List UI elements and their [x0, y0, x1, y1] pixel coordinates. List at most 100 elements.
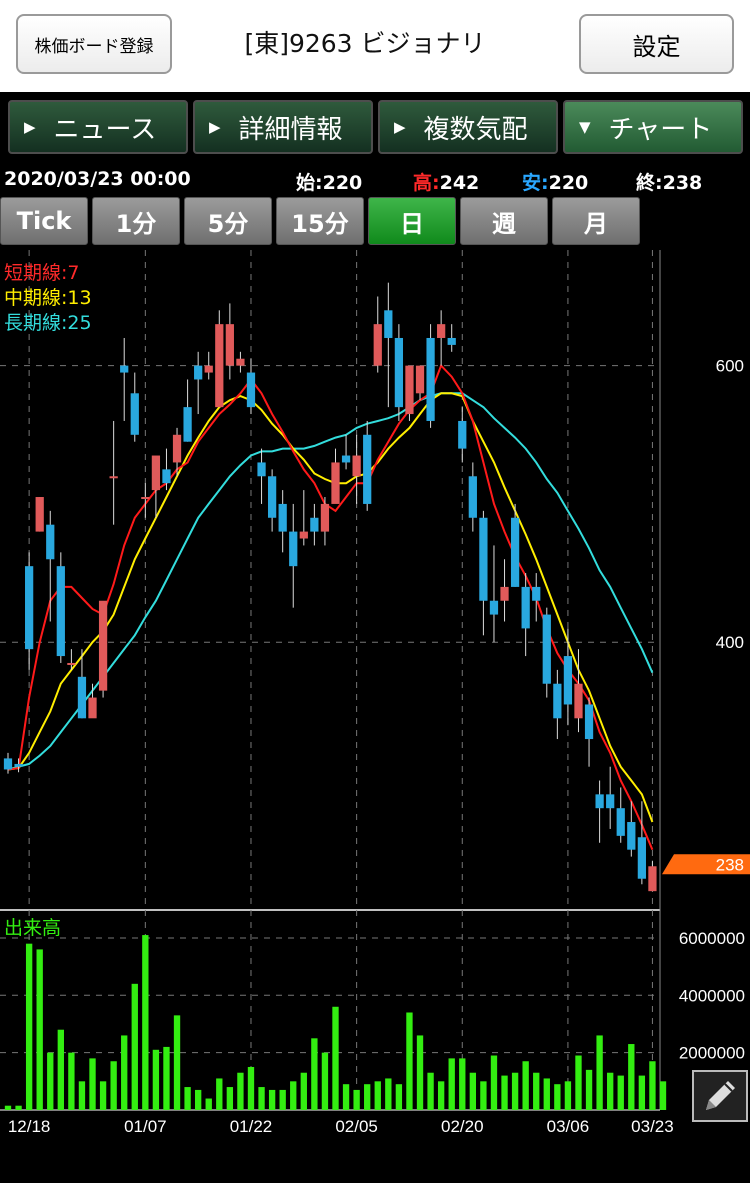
x-tick-label: 02/20	[441, 1117, 484, 1136]
volume-bar	[564, 1081, 572, 1110]
candle	[310, 517, 319, 532]
x-tick-label: 03/06	[547, 1117, 590, 1136]
volume-bar	[353, 1089, 360, 1110]
candle	[141, 497, 150, 500]
candle	[363, 434, 372, 504]
candle	[172, 434, 182, 463]
candle	[267, 476, 277, 518]
tab-news[interactable]: ▶ ニュース	[8, 100, 188, 154]
volume-bar	[216, 1078, 223, 1110]
quote-high: 高:242	[413, 168, 479, 194]
candle	[109, 476, 118, 479]
settings-button[interactable]: 設定	[579, 14, 734, 74]
x-tick-label: 03/23	[631, 1117, 674, 1136]
tab-multi-quote[interactable]: ▶ 複数気配	[378, 100, 558, 154]
tab-chart[interactable]: ▼ チャート	[563, 100, 743, 154]
candle	[246, 372, 256, 408]
volume-bar	[142, 935, 149, 1110]
candle	[151, 455, 161, 491]
volume-bar	[480, 1081, 487, 1110]
triangle-right-icon: ▶	[24, 118, 36, 136]
x-tick-label: 01/07	[124, 1117, 167, 1136]
tab-details[interactable]: ▶ 詳細情報	[193, 100, 373, 154]
close-label: 終:	[636, 172, 663, 194]
candle	[458, 420, 467, 449]
candle	[98, 600, 108, 691]
volume-bar	[543, 1078, 550, 1110]
candle	[331, 462, 340, 504]
volume-bar	[131, 983, 138, 1110]
candle	[500, 586, 509, 601]
candle	[35, 497, 44, 532]
volume-bar	[490, 1055, 498, 1110]
price-tick-label: 600	[716, 357, 744, 376]
volume-bar	[585, 1069, 593, 1110]
tab-news-label: ニュース	[53, 114, 157, 145]
volume-bar	[311, 1038, 318, 1110]
volume-bar	[617, 1075, 624, 1110]
edit-button[interactable]	[692, 1070, 748, 1122]
candle	[162, 469, 171, 484]
open-value: 220	[322, 172, 363, 194]
volume-bar	[469, 1072, 477, 1110]
candle	[405, 365, 414, 415]
candle	[415, 365, 425, 394]
period-1min-button[interactable]: 1分	[92, 197, 180, 245]
volume-bar	[533, 1072, 540, 1110]
tab-details-label: 詳細情報	[238, 114, 343, 145]
candle	[616, 808, 625, 836]
volume-bar	[596, 1035, 603, 1110]
volume-bar	[649, 1061, 656, 1110]
volume-bar	[205, 1098, 212, 1110]
low-value: 220	[548, 172, 589, 194]
candle	[236, 358, 245, 366]
volume-bar	[427, 1072, 434, 1110]
price-chart[interactable]: 12/18 01/07 01/22 02/05 02/20 03/06 03/23 600 40…	[0, 250, 750, 1140]
volume-tick-label: 2000000	[679, 1044, 745, 1063]
period-month-button[interactable]: 月	[552, 197, 640, 245]
quote-datetime: 2020/03/23 00:00	[4, 168, 191, 190]
candle	[3, 758, 13, 770]
quote-close: 終:238	[636, 168, 702, 194]
candle	[521, 586, 530, 629]
candle	[563, 656, 573, 705]
volume-bar	[258, 1087, 265, 1110]
volume-bar	[247, 1066, 255, 1110]
volume-bar	[4, 1105, 12, 1110]
x-tick-label: 12/18	[8, 1117, 51, 1136]
volume-bar	[448, 1058, 455, 1110]
legend-long-ma: 長期線:25	[4, 312, 92, 334]
volume-tick-label: 6000000	[679, 929, 745, 948]
volume-bar	[89, 1058, 96, 1110]
period-tick-button[interactable]: Tick	[0, 197, 88, 245]
volume-bar	[163, 1046, 170, 1110]
candle	[215, 324, 224, 408]
volume-bar	[57, 1029, 64, 1110]
period-5min-button[interactable]: 5分	[184, 197, 272, 245]
candle	[257, 462, 266, 477]
period-15min-button[interactable]: 15分	[276, 197, 364, 245]
volume-bar	[47, 1052, 54, 1110]
candle	[278, 503, 287, 532]
candle	[194, 365, 203, 380]
candle	[595, 794, 604, 809]
low-label: 安:	[522, 172, 549, 194]
volume-bar	[152, 1049, 160, 1110]
volume-bar	[374, 1081, 381, 1110]
volume-bar	[511, 1072, 519, 1110]
triangle-down-icon: ▼	[579, 118, 591, 136]
candle	[542, 614, 551, 684]
volume-bar	[15, 1105, 22, 1110]
stock-board-register-button[interactable]: 株価ボード登録	[16, 14, 172, 74]
period-day-button[interactable]: 日	[368, 197, 456, 245]
candle	[120, 365, 129, 373]
volume-bar	[110, 1061, 117, 1110]
candle	[204, 365, 213, 373]
candle	[627, 822, 636, 850]
candle	[479, 517, 488, 601]
volume-bar	[279, 1089, 286, 1110]
volume-bar	[321, 1052, 329, 1110]
period-week-button[interactable]: 週	[460, 197, 548, 245]
triangle-right-icon: ▶	[394, 118, 406, 136]
last-price-label: 238	[716, 855, 744, 874]
